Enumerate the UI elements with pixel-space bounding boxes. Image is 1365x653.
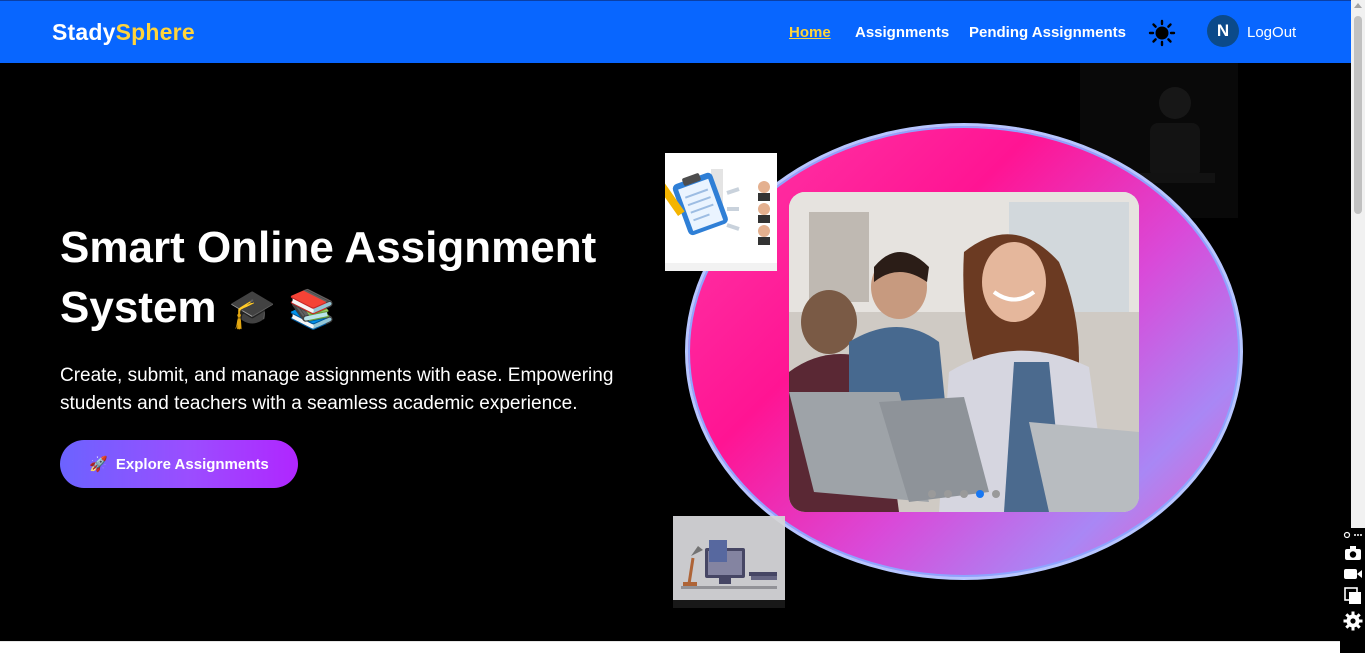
brand-part2: Sphere: [115, 19, 195, 45]
hero-carousel-image[interactable]: [789, 192, 1139, 512]
carousel-dot[interactable]: [944, 490, 952, 498]
scroll-up-arrow-icon[interactable]: [1354, 3, 1362, 8]
brand-logo[interactable]: StadySphere: [52, 19, 195, 46]
graduation-cap-icon: 🎓: [228, 289, 277, 331]
sun-icon: [1148, 19, 1176, 47]
carousel-indicators: [928, 490, 1000, 498]
explore-assignments-label: Explore Assignments: [115, 455, 269, 473]
carousel-dot-active[interactable]: [976, 490, 984, 498]
scrollbar-thumb[interactable]: [1354, 16, 1362, 214]
floating-toolbar: [1340, 528, 1365, 653]
gear-icon[interactable]: [1343, 611, 1363, 631]
user-avatar[interactable]: N: [1207, 15, 1239, 47]
navbar: StadySphere Home Assignments Pending Ass…: [0, 0, 1351, 63]
hero-subtitle: Create, submit, and manage assignments w…: [60, 365, 614, 414]
carousel-dot[interactable]: [928, 490, 936, 498]
nav-link-pending-assignments[interactable]: Pending Assignments: [969, 24, 1126, 41]
hero-title: Smart Online Assignment System 🎓 📚: [60, 218, 660, 340]
hero-title-line1: Smart Online Assignment: [60, 223, 597, 272]
rocket-icon: 🚀: [89, 456, 108, 473]
carousel-dot[interactable]: [960, 490, 968, 498]
copy-icon[interactable]: [1343, 587, 1362, 605]
desk-illustration: [673, 516, 785, 608]
nav-link-assignments[interactable]: Assignments: [855, 24, 949, 41]
theme-toggle-button[interactable]: [1148, 19, 1176, 47]
page-bottom-strip: [0, 641, 1351, 653]
camera-icon[interactable]: [1344, 545, 1362, 561]
explore-assignments-button[interactable]: 🚀 Explore Assignments: [60, 440, 298, 488]
clipboard-illustration: [665, 153, 777, 271]
brand-part1: Stady: [52, 19, 116, 45]
books-icon: 📚: [288, 289, 336, 331]
hero-title-line2: System: [60, 283, 217, 332]
carousel-dot[interactable]: [992, 490, 1000, 498]
nav-link-home[interactable]: Home: [789, 24, 831, 41]
logout-button[interactable]: LogOut: [1247, 24, 1296, 41]
video-icon[interactable]: [1343, 567, 1363, 581]
link-icon[interactable]: [1343, 531, 1363, 539]
hero-section: Smart Online Assignment System 🎓 📚 Creat…: [0, 63, 1351, 641]
